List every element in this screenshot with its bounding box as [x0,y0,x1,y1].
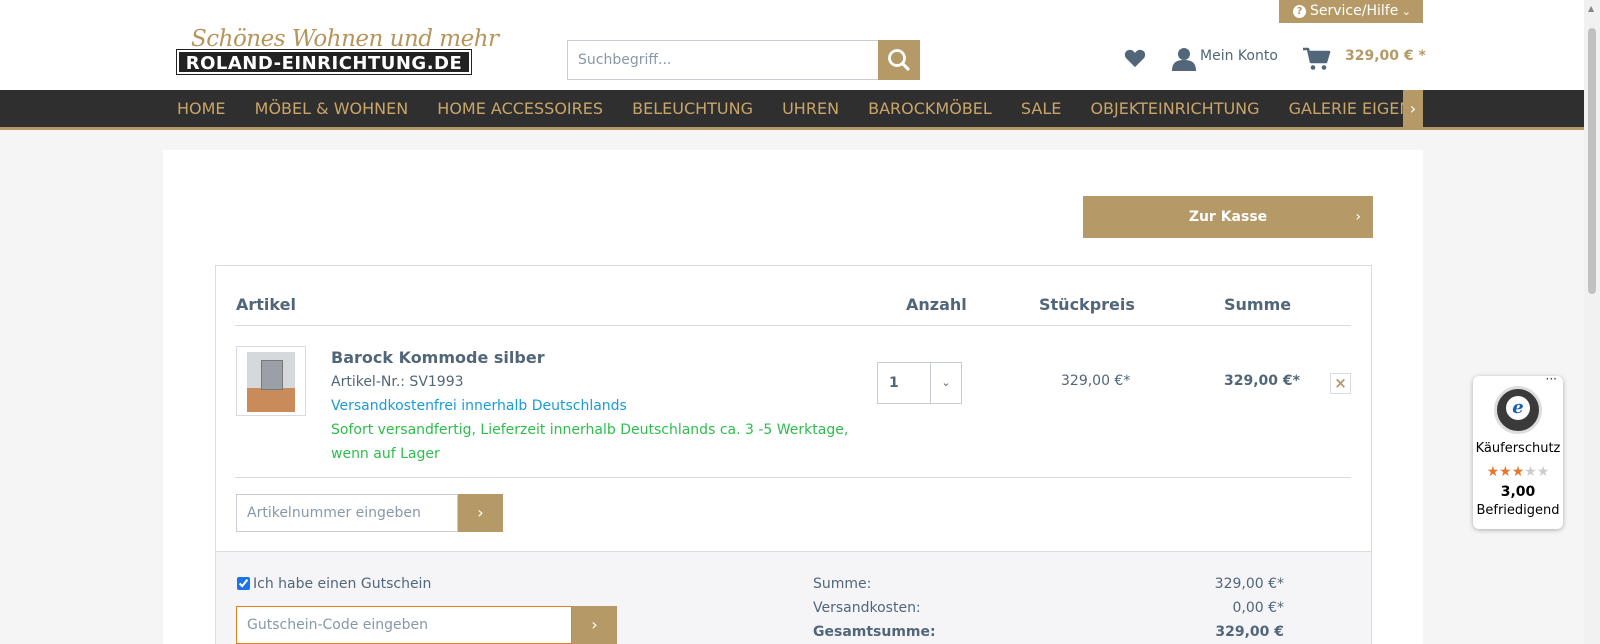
nav-item-beleuchtung[interactable]: BELEUCHTUNG [632,90,753,127]
grand-total-label: Gesamtsumme: [813,624,936,640]
nav-item-home[interactable]: HOME [177,90,226,127]
header: Schönes Wohnen und mehr ROLAND-EINRICHTU… [0,0,1584,90]
nav-item-moebel-wohnen[interactable]: MÖBEL & WOHNEN [255,90,409,127]
rating-stars: ★★★★★ [1473,464,1563,480]
header-divider [235,325,1351,326]
shipping-label: Versandkosten: [813,600,921,616]
column-header-unit-price: Stückpreis [1039,295,1135,314]
subtotal-value: 329,00 €* [1214,576,1284,592]
logo-wordmark: ROLAND-EINRICHTUNG.DE [176,49,472,75]
rating-score: 3,00 [1500,484,1536,500]
apply-voucher-button[interactable]: › [572,606,617,644]
search-icon [888,49,910,71]
cart-total[interactable]: 329,00 € * [1345,48,1426,64]
chevron-right-icon: › [1355,209,1361,225]
trusted-shops-badge[interactable]: ··· e Käuferschutz ★★★★★ 3,00 Befriedige… [1473,372,1563,529]
shipping-value: 0,00 €* [1232,600,1284,616]
close-icon: × [1334,374,1347,392]
checkout-button[interactable]: Zur Kasse › [1083,196,1373,238]
rating-label: Befriedigend [1476,503,1560,518]
buyer-protection-label: Käuferschutz [1475,441,1561,456]
search-box [567,40,920,80]
grand-total-value: 329,00 € [1215,624,1284,640]
nav-item-sale[interactable]: SALE [1021,90,1061,127]
wishlist-heart-icon[interactable] [1124,48,1146,68]
service-help-dropdown[interactable]: ? Service/Hilfe ⌄ [1279,0,1423,23]
star-filled-icon: ★ [1499,464,1512,480]
account-link[interactable]: Mein Konto [1200,48,1278,64]
product-name[interactable]: Barock Kommode silber [331,348,545,367]
subtotal-label: Summe: [813,576,872,592]
column-header-total: Summe [1224,295,1292,314]
quantity-value: 1 [889,375,899,391]
account-icon[interactable] [1171,47,1197,71]
product-shipping-info: Versandkostenfrei innerhalb Deutschlands [331,398,627,414]
item-total-price: 329,00 €* [1224,373,1300,389]
product-image [247,352,295,412]
service-label: Service/Hilfe [1310,3,1399,19]
chevron-down-icon: ⌄ [930,363,961,403]
voucher-checkbox-label[interactable]: Ich habe einen Gutschein [253,576,431,592]
page-scrollbar[interactable]: ▲ [1584,0,1600,644]
nav-item-barockmoebel[interactable]: BAROCKMÖBEL [868,90,992,127]
chevron-right-icon: › [477,503,484,522]
trusted-shops-seal-icon: e [1494,386,1542,434]
nav-item-objekteinrichtung[interactable]: OBJEKTEINRICHTUNG [1090,90,1259,127]
product-article-number: Artikel-Nr.: SV1993 [331,374,464,390]
add-article-button[interactable]: › [458,494,503,532]
quantity-select[interactable]: 1 ⌄ [877,362,962,404]
product-delivery-info: Sofort versandfertig, Lieferzeit innerha… [331,422,849,438]
logo-tagline: Schönes Wohnen und mehr [191,26,499,52]
logo[interactable]: Schönes Wohnen und mehr ROLAND-EINRICHTU… [176,26,499,75]
more-options-icon[interactable]: ··· [1546,372,1557,386]
chevron-right-icon: › [591,615,598,634]
voucher-checkbox[interactable] [237,577,250,590]
item-unit-price: 329,00 €* [1061,373,1131,389]
search-input[interactable] [568,41,878,79]
nav-item-home-accessoires[interactable]: HOME ACCESSOIRES [437,90,603,127]
star-empty-icon: ★ [1524,464,1537,480]
nav-scroll-right-button[interactable]: › [1403,90,1423,127]
product-thumbnail[interactable] [236,346,306,416]
nav-item-uhren[interactable]: UHREN [782,90,839,127]
voucher-code-input[interactable] [236,606,572,644]
chevron-down-icon: ⌄ [1401,5,1411,18]
column-header-article: Artikel [236,295,296,314]
article-number-input[interactable] [236,494,458,532]
cart-icon[interactable] [1303,47,1331,71]
search-button[interactable] [878,40,920,80]
main-navigation: HOME MÖBEL & WOHNEN HOME ACCESSOIRES BEL… [0,90,1584,130]
remove-item-button[interactable]: × [1330,373,1351,394]
checkout-button-label: Zur Kasse [1188,209,1268,225]
product-delivery-info-cont: wenn auf Lager [331,446,440,462]
star-filled-icon: ★ [1486,464,1500,480]
column-header-quantity: Anzahl [906,295,967,314]
item-divider [235,477,1351,478]
star-empty-icon: ★ [1536,464,1550,480]
star-filled-icon: ★ [1511,464,1525,480]
help-icon: ? [1293,5,1306,18]
scroll-up-arrow-icon[interactable]: ▲ [1588,4,1594,13]
scrollbar-thumb[interactable] [1588,28,1596,294]
